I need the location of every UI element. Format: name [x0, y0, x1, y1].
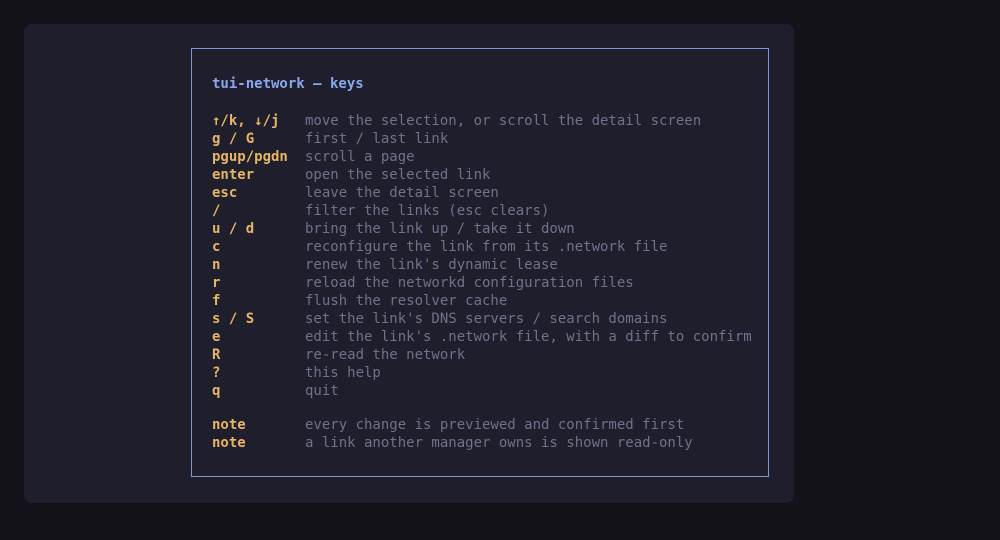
key-binding-row: e edit the link's .network file, with a d…: [212, 328, 752, 346]
key-label: c: [212, 239, 221, 255]
key-label: s / S: [212, 311, 255, 327]
key-binding-row: enter open the selected link: [212, 166, 752, 184]
key-label: q: [212, 383, 221, 399]
key-description: open the selected link: [305, 167, 491, 183]
key-label: n: [212, 257, 221, 273]
key-binding-row: q quit: [212, 382, 752, 400]
key-description: flush the resolver cache: [305, 293, 508, 309]
help-dialog: tui-network — keys ↑/k, ↓/j move the sele…: [191, 48, 769, 477]
key-label: u / d: [212, 221, 255, 237]
key-binding-row: ? this help: [212, 364, 752, 382]
help-notes: note every change is previewed and confir…: [212, 416, 693, 452]
note-row: note a link another manager owns is shown…: [212, 434, 693, 452]
note-text: a link another manager owns is shown rea…: [305, 435, 693, 451]
key-description: bring the link up / take it down: [305, 221, 575, 237]
key-description: set the link's DNS servers / search doma…: [305, 311, 668, 327]
key-description: re-read the network: [305, 347, 466, 363]
key-description: renew the link's dynamic lease: [305, 257, 558, 273]
key-binding-row: g / G first / last link: [212, 130, 752, 148]
key-description: reload the networkd configuration files: [305, 275, 634, 291]
key-binding-row: Rre-read the network: [212, 346, 752, 364]
key-label: pgup/pgdn: [212, 149, 288, 165]
key-binding-list: ↑/k, ↓/j move the selection, or scroll th…: [212, 112, 752, 400]
key-label: r: [212, 275, 221, 291]
key-label: g / G: [212, 131, 255, 147]
help-title: tui-network — keys: [212, 76, 364, 92]
key-binding-row: s / S set the link's DNS servers / search…: [212, 310, 752, 328]
key-binding-row: u / d bring the link up / take it down: [212, 220, 752, 238]
key-binding-row: esc leave the detail screen: [212, 184, 752, 202]
key-description: quit: [305, 383, 339, 399]
key-binding-row: c reconfigure the link from its .network …: [212, 238, 752, 256]
key-label: esc: [212, 185, 238, 201]
key-label: f: [212, 293, 221, 309]
key-description: this help: [305, 365, 381, 381]
key-description: leave the detail screen: [305, 185, 499, 201]
note-label: note: [212, 435, 246, 451]
key-label: R: [212, 347, 221, 363]
key-label: e: [212, 329, 221, 345]
key-binding-row: pgup/pgdn scroll a page: [212, 148, 752, 166]
note-text: every change is previewed and confirmed …: [305, 417, 685, 433]
key-binding-row: n renew the link's dynamic lease: [212, 256, 752, 274]
key-binding-row: ↑/k, ↓/j move the selection, or scroll th…: [212, 112, 752, 130]
key-description: scroll a page: [305, 149, 415, 165]
key-binding-row: f flush the resolver cache: [212, 292, 752, 310]
key-binding-row: r reload the networkd configuration files: [212, 274, 752, 292]
key-description: reconfigure the link from its .network f…: [305, 239, 668, 255]
key-label: /: [212, 203, 221, 219]
key-binding-row: / filter the links (esc clears): [212, 202, 752, 220]
note-row: note every change is previewed and confir…: [212, 416, 693, 434]
key-description: first / last link: [305, 131, 449, 147]
key-label: ↑/k, ↓/j: [212, 113, 280, 129]
key-description: edit the link's .network file, with a di…: [305, 329, 752, 345]
key-description: move the selection, or scroll the detail…: [305, 113, 702, 129]
note-label: note: [212, 417, 246, 433]
key-description: filter the links (esc clears): [305, 203, 550, 219]
key-label: enter: [212, 167, 255, 183]
key-label: ?: [212, 365, 221, 381]
